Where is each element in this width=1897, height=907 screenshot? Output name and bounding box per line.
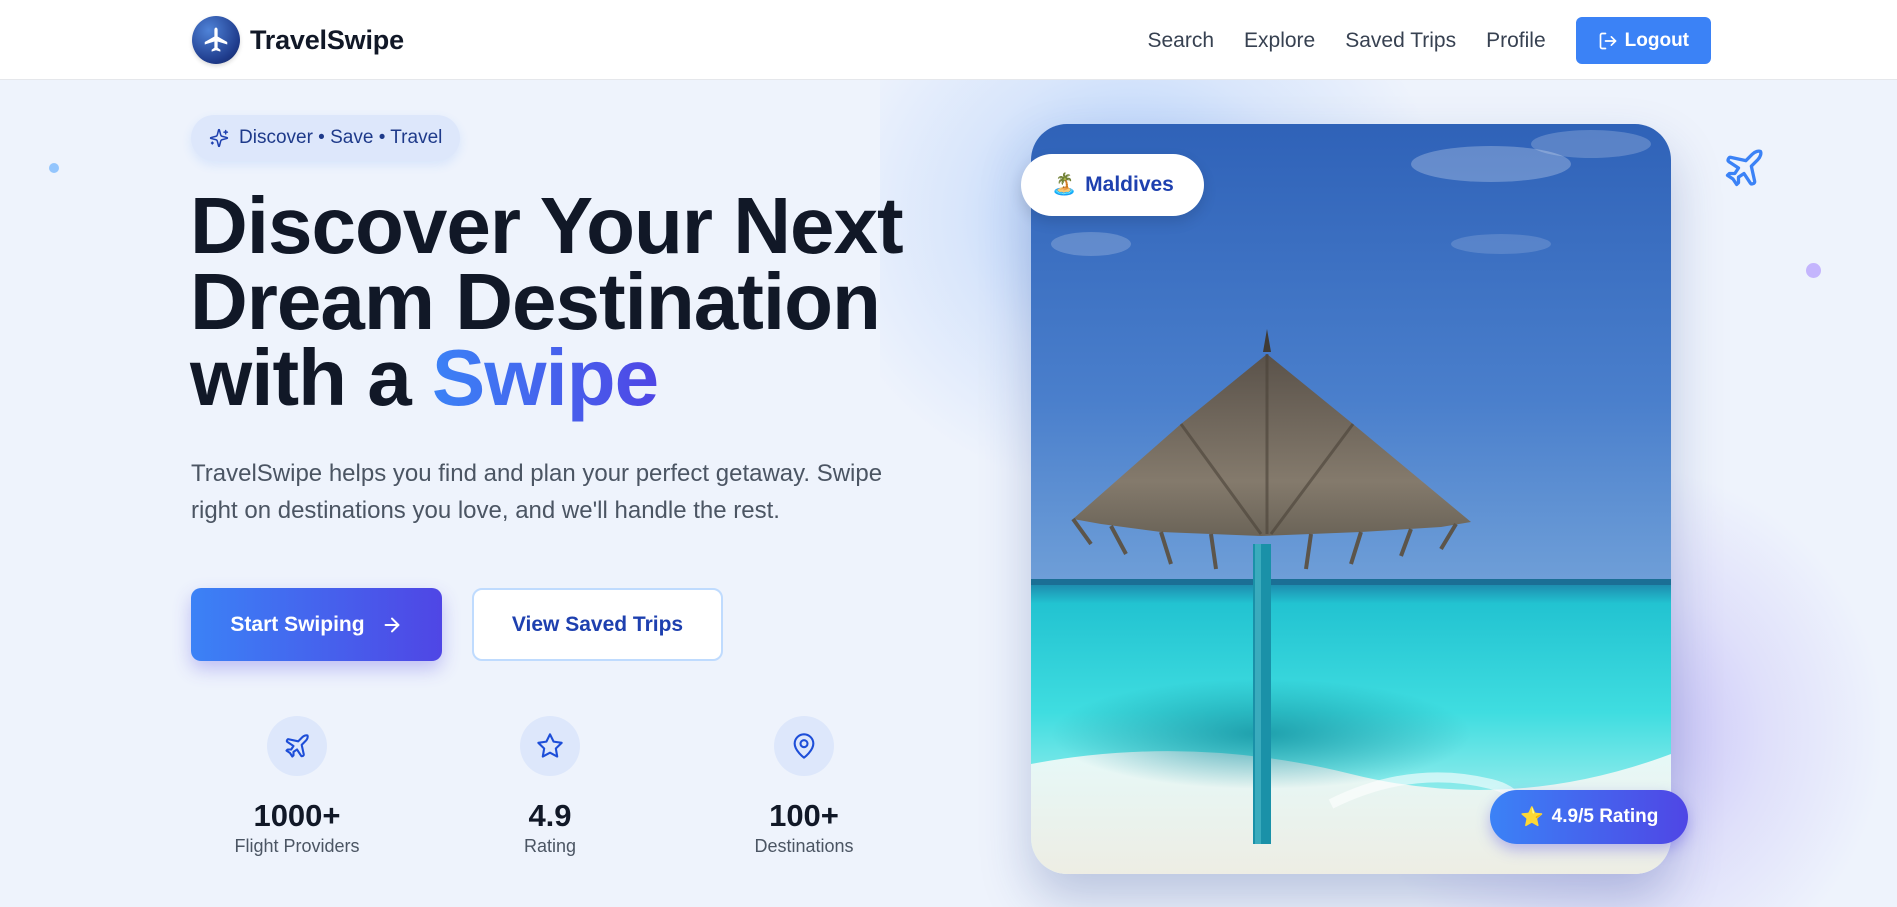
sparkles-icon xyxy=(209,128,229,148)
airplane-icon xyxy=(267,716,327,776)
stat-value: 1000+ xyxy=(253,798,341,833)
tagline-text: Discover • Save • Travel xyxy=(239,127,443,148)
stat-value: 4.9 xyxy=(528,798,572,833)
star-icon: ⭐ xyxy=(1520,807,1544,828)
destination-card[interactable] xyxy=(1031,124,1671,874)
brand[interactable]: TravelSwipe xyxy=(192,16,404,64)
rating-text: 4.9/5 Rating xyxy=(1551,806,1659,827)
stat-rating: 4.9 Rating xyxy=(440,716,660,857)
view-saved-trips-label: View Saved Trips xyxy=(511,612,684,636)
start-swiping-button[interactable]: Start Swiping xyxy=(191,588,442,661)
stat-destinations: 100+ Destinations xyxy=(694,716,914,857)
island-icon: 🏝️ xyxy=(1051,173,1078,196)
stat-label: Flight Providers xyxy=(234,836,360,856)
main-nav: Search Explore Saved Trips Profile Logou… xyxy=(1147,17,1897,64)
nav-link-saved-trips[interactable]: Saved Trips xyxy=(1345,18,1456,64)
hero-description: TravelSwipe helps you find and plan your… xyxy=(191,460,883,524)
logout-icon xyxy=(1599,32,1616,49)
stat-label: Rating xyxy=(523,836,577,856)
stat-flight-providers: 1000+ Flight Providers xyxy=(187,716,407,857)
star-icon xyxy=(520,716,580,776)
top-navbar: TravelSwipe Search Explore Saved Trips P… xyxy=(0,0,1897,80)
location-name: Maldives xyxy=(1085,173,1174,196)
hero-title-line-3: with a xyxy=(190,333,432,422)
airplane-logo-icon xyxy=(192,16,240,64)
nav-link-profile[interactable]: Profile xyxy=(1486,18,1546,64)
hero-title: Discover Your Next Dream Destination wit… xyxy=(190,186,950,418)
tagline-pill: Discover • Save • Travel xyxy=(191,115,461,161)
decorative-dot xyxy=(1806,263,1821,278)
location-badge: 🏝️ Maldives xyxy=(1021,154,1204,216)
nav-link-search[interactable]: Search xyxy=(1147,18,1214,64)
stat-value: 100+ xyxy=(769,798,839,833)
rating-badge: ⭐ 4.9/5 Rating xyxy=(1490,790,1689,844)
logout-button[interactable]: Logout xyxy=(1575,17,1711,64)
destination-photo xyxy=(1031,124,1671,874)
view-saved-trips-button[interactable]: View Saved Trips xyxy=(472,588,723,661)
arrow-right-icon xyxy=(384,617,400,632)
start-swiping-label: Start Swiping xyxy=(230,612,365,636)
logout-label: Logout xyxy=(1624,29,1689,51)
decorative-dot xyxy=(49,163,59,173)
nav-link-explore[interactable]: Explore xyxy=(1244,18,1315,64)
airplane-icon xyxy=(1725,149,1763,187)
stat-label: Destinations xyxy=(754,836,854,856)
brand-name: TravelSwipe xyxy=(250,24,404,55)
hero-title-accent: Swipe xyxy=(431,333,659,422)
map-pin-icon xyxy=(774,716,834,776)
